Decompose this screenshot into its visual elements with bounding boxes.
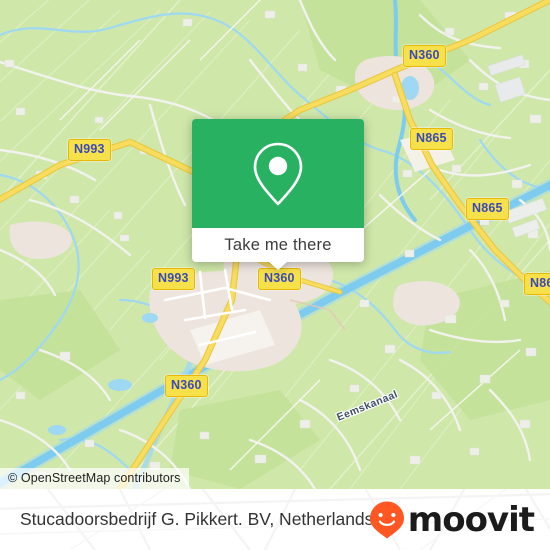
place-title: Stucadoorsbedrijf G. Pikkert. BV, Nether… [20, 509, 374, 529]
map-canvas[interactable]: N360 N865 N993 N865 N993 N360 N865 N360 … [0, 0, 550, 489]
popup-pointer [268, 261, 288, 270]
take-me-there-button[interactable]: Take me there [192, 228, 364, 262]
road-shield-n360-top[interactable]: N360 [403, 45, 446, 67]
moovit-map-page: N360 N865 N993 N865 N993 N360 N865 N360 … [0, 0, 550, 550]
popup-pin-area[interactable] [192, 119, 364, 228]
road-shield-n360-mid[interactable]: N360 [258, 268, 301, 290]
moovit-pin-icon [369, 501, 404, 538]
moovit-wordmark: moovit [407, 499, 535, 540]
road-shield-n865-mid[interactable]: N865 [466, 198, 509, 220]
road-shield-n993-lower[interactable]: N993 [152, 268, 195, 290]
road-shield-n865-edge[interactable]: N865 [524, 273, 550, 295]
moovit-logo[interactable]: moovit [368, 499, 535, 540]
footer-bar: Stucadoorsbedrijf G. Pikkert. BV, Nether… [0, 489, 550, 550]
destination-popup[interactable]: Take me there [192, 119, 364, 270]
road-shield-n360-lower[interactable]: N360 [165, 375, 208, 397]
road-shield-n865-upper[interactable]: N865 [410, 128, 453, 150]
take-me-there-label: Take me there [224, 235, 332, 254]
map-pin-icon [253, 142, 303, 205]
road-shield-n993-upper[interactable]: N993 [68, 139, 111, 161]
osm-attribution[interactable]: © OpenStreetMap contributors [0, 468, 189, 489]
